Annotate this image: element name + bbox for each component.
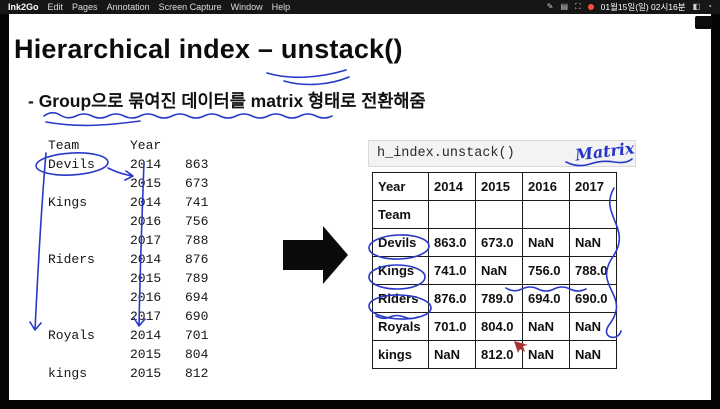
row-label: Riders (372, 284, 429, 313)
window-control-button[interactable] (695, 16, 712, 29)
pen-icon[interactable]: ✎ (547, 0, 554, 14)
table-row: Royals 701.0 804.0 NaN NaN (372, 312, 617, 341)
source-row: Riders 2014 876 (48, 252, 209, 267)
capture-icon[interactable]: ⛶ (575, 0, 581, 14)
source-col-year: Year (130, 138, 162, 153)
source-row: 2016 694 (130, 290, 209, 305)
menu-item-edit[interactable]: Edit (48, 0, 64, 14)
source-row: Devils 2014 863 (48, 157, 209, 172)
source-row: Royals 2014 701 (48, 328, 209, 343)
menu-item-pages[interactable]: Pages (72, 0, 98, 14)
row-label: Royals (372, 312, 429, 341)
menu-datetime[interactable]: 01월15일(일) 02시16분 (601, 0, 686, 14)
arrow-head (323, 226, 348, 284)
source-table-header: Team Year (48, 136, 227, 155)
source-row: 2015 789 (130, 271, 209, 286)
transform-arrow (283, 226, 348, 284)
clock-icon[interactable]: ◔ (707, 0, 712, 14)
row-label: kings (372, 340, 429, 369)
menu-item-annotation[interactable]: Annotation (107, 0, 150, 14)
table-row: Kings 741.0 NaN 756.0 788.0 (372, 256, 617, 285)
screen: Ink2Go Edit Pages Annotation Screen Capt… (0, 0, 720, 409)
source-row: kings 2015 812 (48, 366, 209, 381)
source-row: 2017 690 (130, 309, 209, 324)
row-label: Devils (372, 228, 429, 257)
record-indicator-icon[interactable] (587, 4, 594, 10)
display-icon[interactable]: ◧ (693, 0, 701, 14)
menu-bar: Ink2Go Edit Pages Annotation Screen Capt… (0, 0, 720, 14)
table-row: Devils 863.0 673.0 NaN NaN (372, 228, 617, 257)
source-col-team: Team (48, 138, 80, 153)
menu-item-screen-capture[interactable]: Screen Capture (159, 0, 222, 14)
year-col-header: 2016 (522, 172, 570, 201)
source-row: 2015 673 (130, 176, 209, 191)
menu-status-area: ✎ ▤ ⛶ 01월15일(일) 02시16분 ◧ ◔ (547, 0, 712, 14)
index-name-row: Team (372, 200, 617, 229)
arrow-shaft (283, 240, 323, 270)
slide-page: Hierarchical index – unstack() - Group으로… (9, 14, 712, 400)
source-table: Team Year Devils 2014 863 2015 673 Kings 201… (48, 136, 227, 383)
unstack-result-table: Year 2014 2015 2016 2017 Team Devils 863… (372, 172, 617, 369)
row-label: Kings (372, 256, 429, 285)
index-name-cell: Team (372, 200, 429, 229)
page-title: Hierarchical index – unstack() (14, 34, 403, 64)
table-row: Riders 876.0 789.0 694.0 690.0 (372, 284, 617, 313)
source-row: Kings 2014 741 (48, 195, 209, 210)
app-name[interactable]: Ink2Go (8, 0, 39, 14)
result-header-row: Year 2014 2015 2016 2017 (372, 172, 617, 201)
source-row: 2017 788 (130, 233, 209, 248)
menu-item-window[interactable]: Window (231, 0, 263, 14)
year-col-header: 2014 (428, 172, 476, 201)
pages-icon[interactable]: ▤ (560, 0, 568, 14)
source-row: 2015 804 (130, 347, 209, 362)
bullet-text: - Group으로 묶여진 데이터를 matrix 형태로 전환해줌 (28, 91, 426, 111)
menu-item-help[interactable]: Help (272, 0, 291, 14)
table-row: kings NaN 812.0 NaN NaN (372, 340, 617, 369)
source-row: 2016 756 (130, 214, 209, 229)
corner-cell: Year (372, 172, 429, 201)
year-col-header: 2015 (475, 172, 523, 201)
year-col-header: 2017 (569, 172, 617, 201)
